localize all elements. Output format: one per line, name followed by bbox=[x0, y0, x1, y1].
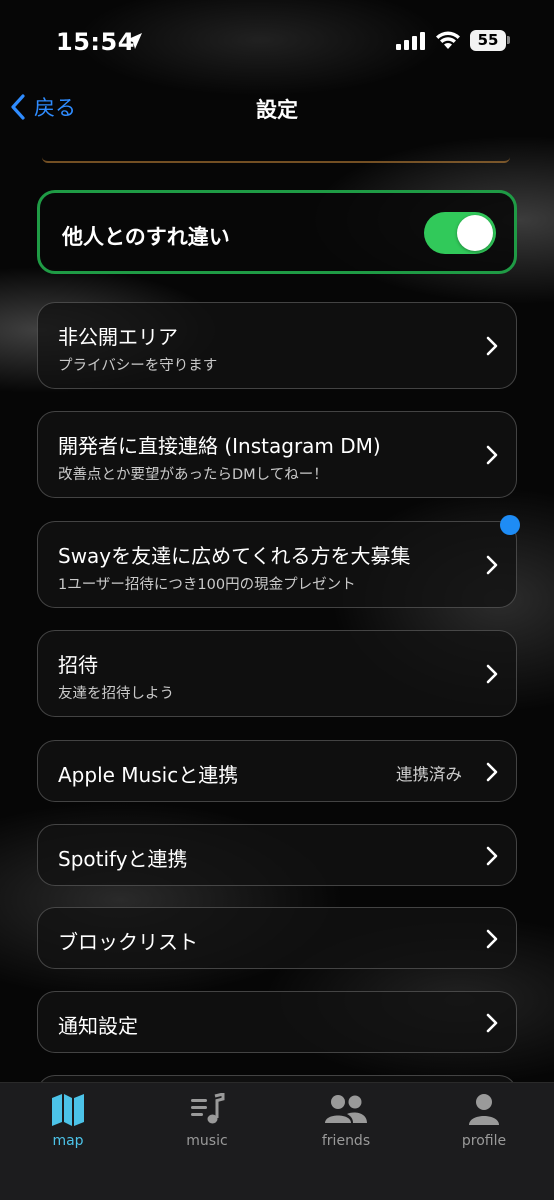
pass-by-switch[interactable] bbox=[424, 212, 496, 254]
chevron-right-icon bbox=[486, 664, 498, 684]
row-notification-settings[interactable]: 通知設定 bbox=[37, 991, 517, 1053]
tab-map[interactable]: map bbox=[18, 1093, 118, 1149]
chevron-right-icon bbox=[486, 445, 498, 465]
row-apple-music[interactable]: Apple Musicと連携 連携済み bbox=[37, 740, 517, 802]
pass-by-label: 他人とのすれ違い bbox=[62, 225, 230, 249]
map-icon bbox=[52, 1094, 84, 1126]
status-bar: 15:54 55 bbox=[0, 0, 554, 84]
music-list-icon bbox=[191, 1093, 225, 1124]
notification-dot bbox=[500, 515, 520, 535]
tab-friends[interactable]: friends bbox=[296, 1093, 396, 1149]
battery-level: 55 bbox=[470, 30, 506, 51]
profile-icon bbox=[469, 1094, 499, 1125]
tab-label: map bbox=[52, 1133, 84, 1149]
pass-by-toggle-row: 他人とのすれ違い bbox=[37, 190, 517, 274]
row-title: 開発者に直接連絡 (Instagram DM) bbox=[58, 434, 381, 458]
row-title: Apple Musicと連携 bbox=[58, 763, 239, 787]
battery-icon bbox=[507, 36, 510, 44]
tab-bar: map music friends profile bbox=[0, 1082, 554, 1200]
row-spotify[interactable]: Spotifyと連携 bbox=[37, 824, 517, 886]
friends-icon bbox=[325, 1095, 367, 1123]
chevron-right-icon bbox=[486, 555, 498, 575]
location-arrow-icon bbox=[126, 33, 142, 49]
wifi-icon bbox=[436, 31, 460, 49]
row-title: 非公開エリア bbox=[58, 325, 178, 349]
row-subtitle: 改善点とか要望があったらDMしてねー！ bbox=[58, 467, 328, 483]
tab-music[interactable]: music bbox=[157, 1093, 257, 1149]
chevron-right-icon bbox=[486, 1013, 498, 1033]
row-block-list[interactable]: ブロックリスト bbox=[37, 907, 517, 969]
chevron-right-icon bbox=[486, 929, 498, 949]
navigation-bar: 戻る 設定 bbox=[0, 84, 554, 130]
row-ambassador-recruit[interactable]: Swayを友達に広めてくれる方を大募集 1ユーザー招待につき100円の現金プレゼ… bbox=[37, 521, 517, 608]
row-subtitle: 1ユーザー招待につき100円の現金プレゼント bbox=[58, 577, 356, 593]
row-title: 招待 bbox=[58, 653, 98, 677]
page-title: 設定 bbox=[256, 98, 298, 122]
chevron-right-icon bbox=[486, 336, 498, 356]
row-private-area[interactable]: 非公開エリア プライバシーを守ります bbox=[37, 302, 517, 389]
cellular-signal-icon bbox=[396, 32, 425, 50]
tab-label: music bbox=[186, 1133, 228, 1149]
connection-status: 連携済み bbox=[396, 765, 462, 784]
switch-knob bbox=[457, 215, 493, 251]
row-title: ブロックリスト bbox=[58, 930, 198, 954]
row-invite[interactable]: 招待 友達を招待しよう bbox=[37, 630, 517, 717]
row-contact-developer[interactable]: 開発者に直接連絡 (Instagram DM) 改善点とか要望があったらDMして… bbox=[37, 411, 517, 498]
row-title: 通知設定 bbox=[58, 1014, 138, 1038]
row-title: Swayを友達に広めてくれる方を大募集 bbox=[58, 544, 411, 568]
row-subtitle: 友達を招待しよう bbox=[58, 686, 174, 702]
chevron-right-icon bbox=[486, 762, 498, 782]
previous-section-edge bbox=[42, 157, 510, 163]
row-title: Spotifyと連携 bbox=[58, 847, 188, 871]
row-subtitle: プライバシーを守ります bbox=[58, 358, 218, 374]
tab-label: friends bbox=[321, 1133, 371, 1149]
tab-label: profile bbox=[461, 1133, 507, 1149]
tab-profile[interactable]: profile bbox=[434, 1093, 534, 1149]
chevron-right-icon bbox=[486, 846, 498, 866]
